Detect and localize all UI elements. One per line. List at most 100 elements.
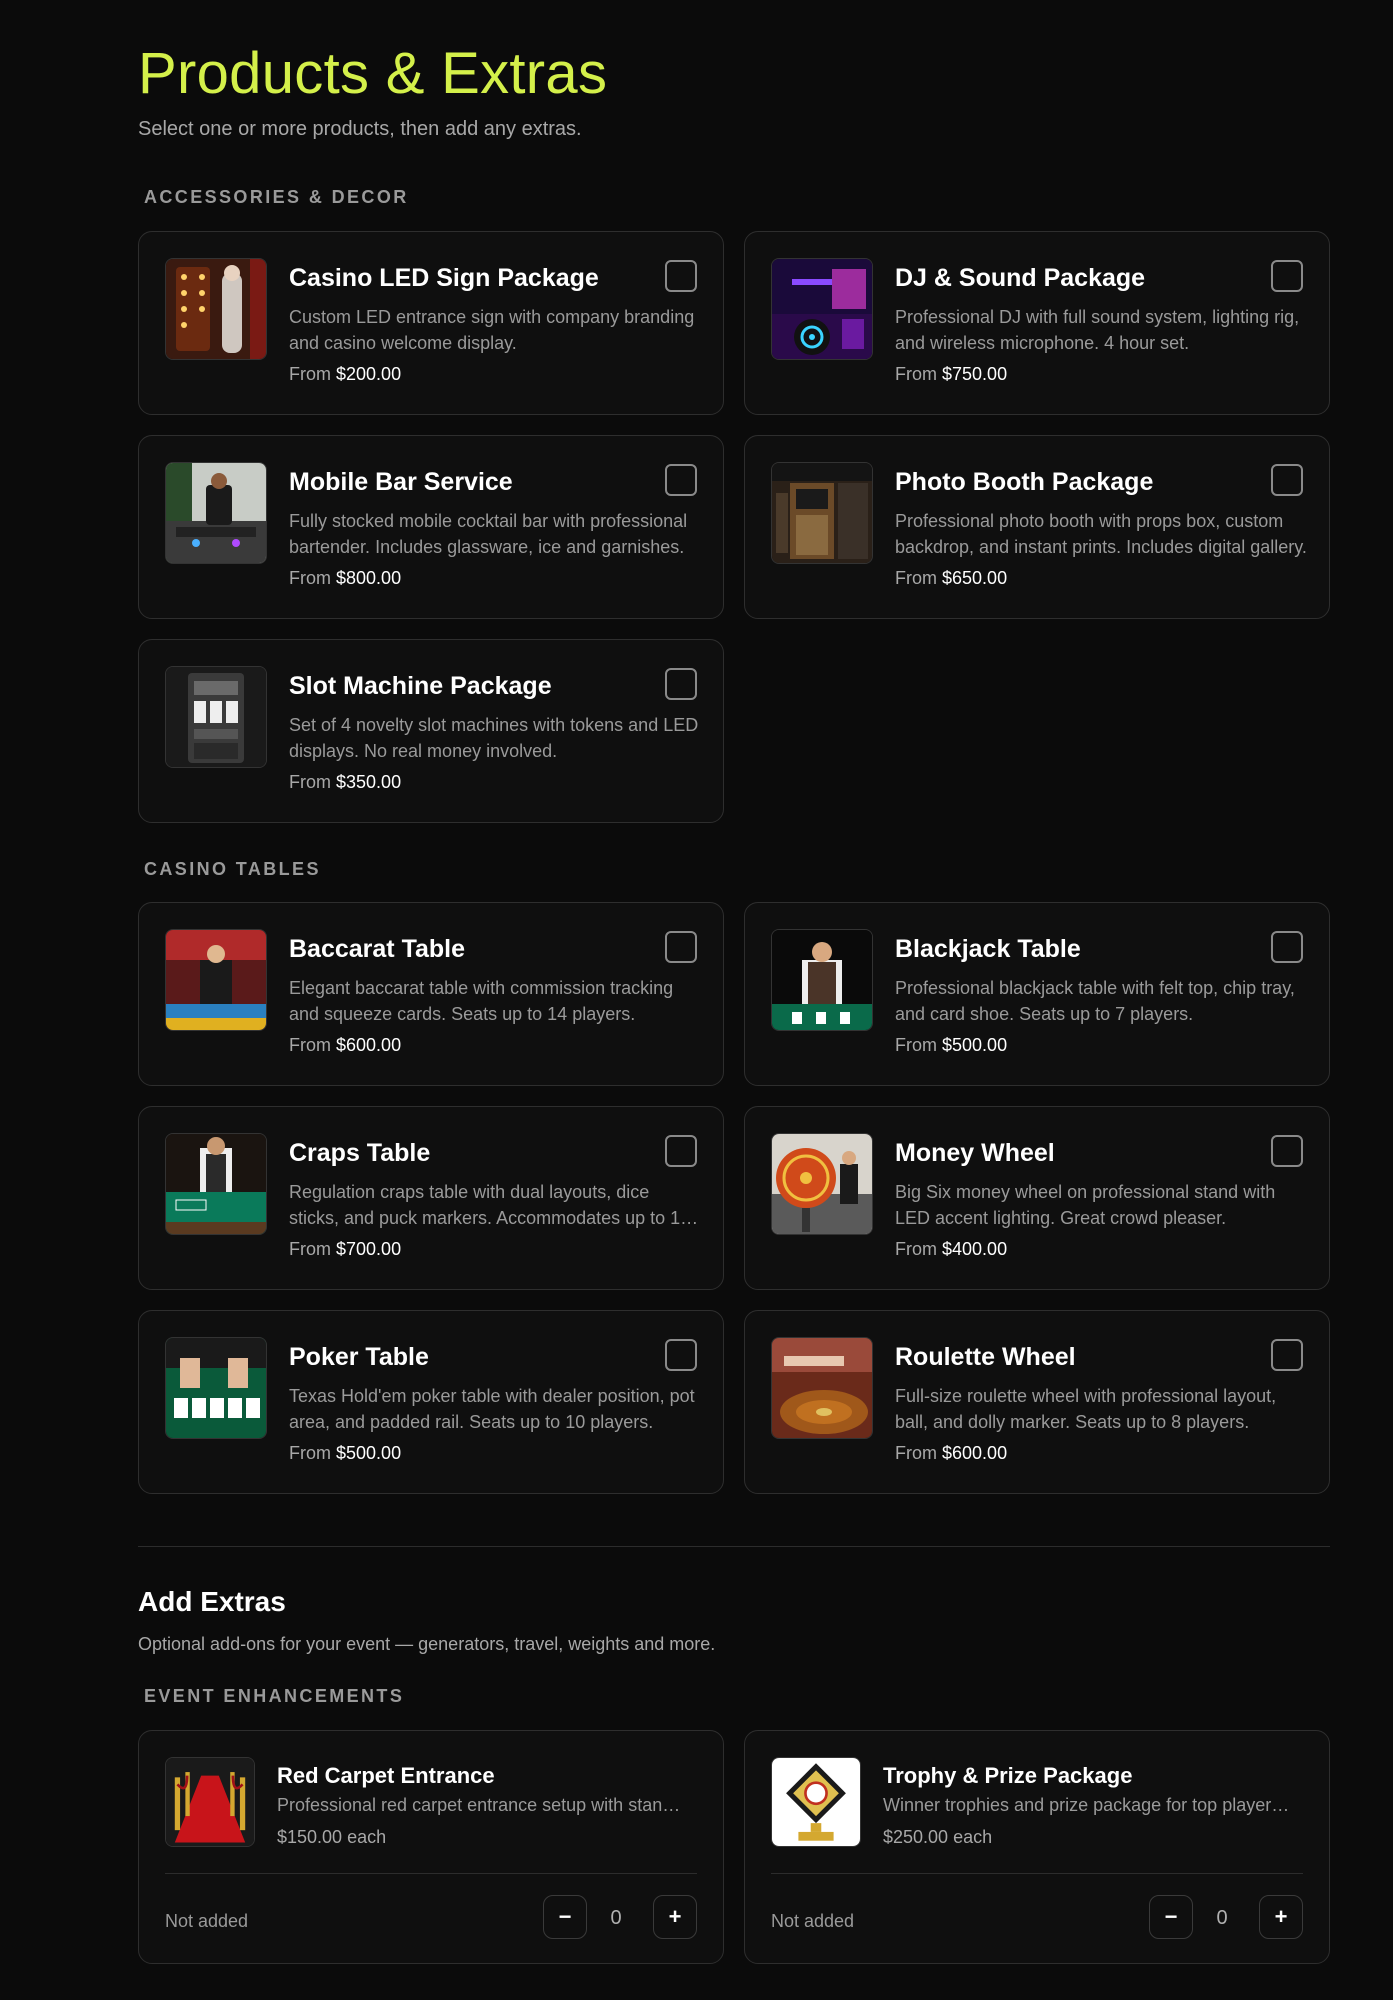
price-prefix: From xyxy=(289,364,331,384)
product-description: Regulation craps table with dual layouts… xyxy=(289,1182,691,1228)
price-value: $350.00 xyxy=(336,772,402,792)
product-description: Big Six money wheel on professional stan… xyxy=(895,1182,1276,1228)
slot-machine-photo xyxy=(165,666,267,768)
product-title: Baccarat Table xyxy=(289,935,466,963)
extra-price: $150.00 each xyxy=(277,1827,387,1847)
extra-price: $250.00 each xyxy=(883,1827,993,1847)
price-value: $600.00 xyxy=(942,1443,1008,1463)
product-price: From $650.00 xyxy=(895,568,1007,589)
money-wheel-photo xyxy=(771,1133,873,1235)
price-value: $750.00 xyxy=(942,364,1008,384)
product-description: Professional DJ with full sound system, … xyxy=(895,307,1300,353)
product-card-blackjack[interactable]: Blackjack Table Professional blackjack t… xyxy=(744,902,1330,1086)
card-divider xyxy=(165,1873,697,1874)
price-prefix: From xyxy=(895,1443,937,1463)
select-checkbox[interactable] xyxy=(1271,464,1303,496)
product-price: From $350.00 xyxy=(289,772,401,793)
product-price: From $600.00 xyxy=(289,1035,401,1056)
extra-description: Winner trophies and prize package for to… xyxy=(883,1795,1295,1815)
product-card-slot-machine[interactable]: Slot Machine Package Set of 4 novelty sl… xyxy=(138,639,724,823)
product-title: Casino LED Sign Package xyxy=(289,264,599,292)
product-description: Full-size roulette wheel with profession… xyxy=(895,1386,1277,1432)
product-price: From $800.00 xyxy=(289,568,401,589)
price-prefix: From xyxy=(895,364,937,384)
price-prefix: From xyxy=(289,568,331,588)
decrease-quantity-button[interactable]: − xyxy=(1149,1895,1193,1939)
product-card-roulette[interactable]: Roulette Wheel Full-size roulette wheel … xyxy=(744,1310,1330,1494)
select-checkbox[interactable] xyxy=(1271,1135,1303,1167)
product-price: From $200.00 xyxy=(289,364,401,385)
increase-quantity-button[interactable]: + xyxy=(653,1895,697,1939)
price-value: $600.00 xyxy=(336,1035,402,1055)
extra-card-red-carpet: Red Carpet Entrance Professional red car… xyxy=(138,1730,724,1964)
select-checkbox[interactable] xyxy=(665,668,697,700)
photo-booth-photo xyxy=(771,462,873,564)
product-card-dj-sound[interactable]: DJ & Sound Package Professional DJ with … xyxy=(744,231,1330,415)
section-label-casino-tables: CASINO TABLES xyxy=(144,859,321,879)
price-value: $500.00 xyxy=(336,1443,402,1463)
product-card-photo-booth[interactable]: Photo Booth Package Professional photo b… xyxy=(744,435,1330,619)
quantity-value: 0 xyxy=(610,1907,622,1929)
increase-quantity-button[interactable]: + xyxy=(1259,1895,1303,1939)
craps-dealer-photo xyxy=(165,1133,267,1235)
product-price: From $500.00 xyxy=(289,1443,401,1464)
product-description: Fully stocked mobile cocktail bar with p… xyxy=(289,511,688,557)
page-title: Products & Extras xyxy=(138,41,608,106)
product-title: Poker Table xyxy=(289,1343,429,1371)
dj-turntable-photo xyxy=(771,258,873,360)
section-divider xyxy=(138,1546,1330,1547)
extra-description: Professional red carpet entrance setup w… xyxy=(277,1795,689,1815)
product-card-baccarat[interactable]: Baccarat Table Elegant baccarat table wi… xyxy=(138,902,724,1086)
product-title: Slot Machine Package xyxy=(289,672,552,700)
product-description: Custom LED entrance sign with company br… xyxy=(289,307,695,353)
baccarat-dealer-photo xyxy=(165,929,267,1031)
product-description: Professional blackjack table with felt t… xyxy=(895,978,1295,1024)
product-description: Elegant baccarat table with commission t… xyxy=(289,978,674,1024)
quantity-value: 0 xyxy=(1216,1907,1228,1929)
poker-cards-photo xyxy=(165,1337,267,1439)
extras-subtitle: Optional add-ons for your event — genera… xyxy=(138,1634,716,1654)
extra-status: Not added xyxy=(771,1911,855,1931)
product-price: From $600.00 xyxy=(895,1443,1007,1464)
product-title: Photo Booth Package xyxy=(895,468,1154,496)
led-sign-photo xyxy=(165,258,267,360)
product-description: Texas Hold'em poker table with dealer po… xyxy=(289,1386,695,1432)
select-checkbox[interactable] xyxy=(1271,260,1303,292)
extra-card-trophy: Trophy & Prize Package Winner trophies a… xyxy=(744,1730,1330,1964)
product-card-money-wheel[interactable]: Money Wheel Big Six money wheel on profe… xyxy=(744,1106,1330,1290)
price-prefix: From xyxy=(895,568,937,588)
product-card-led-sign[interactable]: Casino LED Sign Package Custom LED entra… xyxy=(138,231,724,415)
product-title: Mobile Bar Service xyxy=(289,468,513,496)
price-value: $800.00 xyxy=(336,568,402,588)
price-prefix: From xyxy=(289,1035,331,1055)
product-title: Money Wheel xyxy=(895,1139,1055,1167)
price-value: $400.00 xyxy=(942,1239,1008,1259)
trophy-photo xyxy=(771,1757,861,1847)
extra-status: Not added xyxy=(165,1911,249,1931)
product-title: DJ & Sound Package xyxy=(895,264,1146,292)
extra-title: Trophy & Prize Package xyxy=(883,1763,1133,1788)
select-checkbox[interactable] xyxy=(665,260,697,292)
decrease-quantity-button[interactable]: − xyxy=(543,1895,587,1939)
section-label-accessories: ACCESSORIES & DECOR xyxy=(144,187,409,207)
section-label-event-enhancements: EVENT ENHANCEMENTS xyxy=(144,1686,405,1706)
price-value: $700.00 xyxy=(336,1239,402,1259)
product-description: Professional photo booth with props box,… xyxy=(895,511,1307,557)
price-prefix: From xyxy=(895,1239,937,1259)
select-checkbox[interactable] xyxy=(665,931,697,963)
select-checkbox[interactable] xyxy=(665,1339,697,1371)
select-checkbox[interactable] xyxy=(1271,931,1303,963)
bartender-photo xyxy=(165,462,267,564)
select-checkbox[interactable] xyxy=(665,464,697,496)
product-card-craps[interactable]: Craps Table Regulation craps table with … xyxy=(138,1106,724,1290)
product-card-poker[interactable]: Poker Table Texas Hold'em poker table wi… xyxy=(138,1310,724,1494)
product-title: Craps Table xyxy=(289,1139,431,1167)
select-checkbox[interactable] xyxy=(1271,1339,1303,1371)
product-price: From $700.00 xyxy=(289,1239,401,1260)
product-title: Blackjack Table xyxy=(895,935,1081,963)
product-price: From $500.00 xyxy=(895,1035,1007,1056)
product-description: Set of 4 novelty slot machines with toke… xyxy=(289,715,699,761)
product-price: From $750.00 xyxy=(895,364,1007,385)
product-card-mobile-bar[interactable]: Mobile Bar Service Fully stocked mobile … xyxy=(138,435,724,619)
select-checkbox[interactable] xyxy=(665,1135,697,1167)
